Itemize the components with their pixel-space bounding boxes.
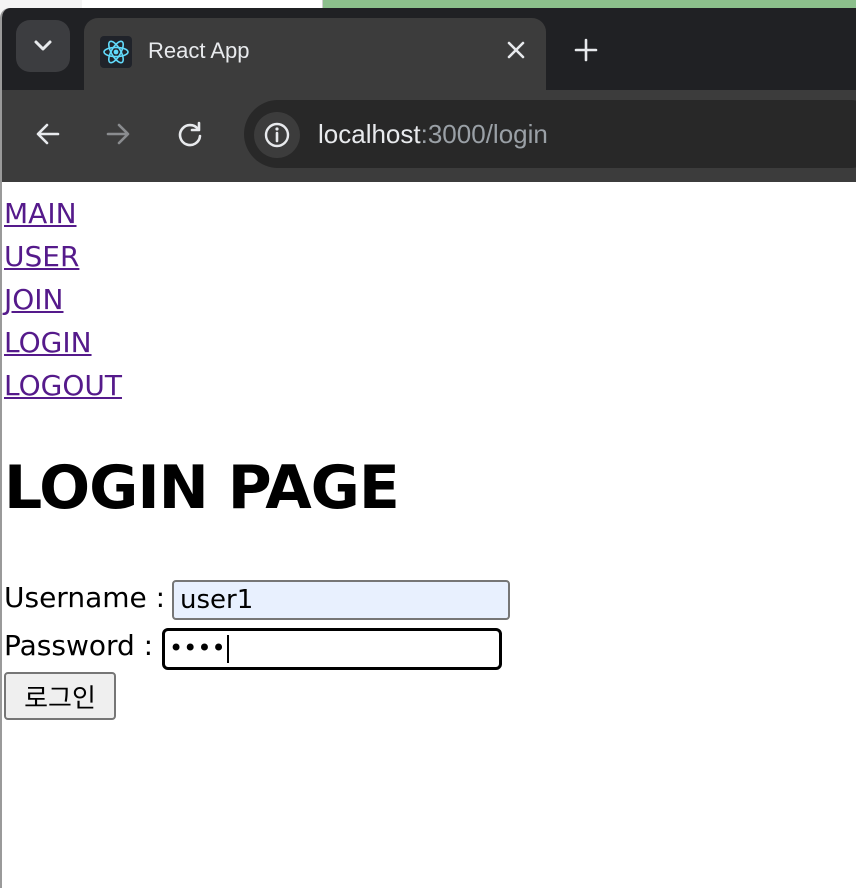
- url-host: localhost: [318, 119, 421, 149]
- password-label: Password :: [4, 629, 154, 662]
- tab-title: React App: [148, 38, 250, 63]
- address-bar[interactable]: localhost:3000/login: [244, 100, 856, 168]
- close-icon: [507, 41, 525, 59]
- arrow-left-icon: [36, 123, 60, 145]
- nav-links: MAIN USER JOIN LOGIN LOGOUT: [4, 192, 122, 407]
- nav-link-logout[interactable]: LOGOUT: [4, 364, 122, 407]
- url-path: :3000/login: [420, 119, 548, 149]
- url-text: localhost:3000/login: [318, 118, 548, 150]
- page-title: LOGIN PAGE: [4, 453, 400, 523]
- username-input[interactable]: user1: [172, 580, 510, 620]
- username-label: Username :: [4, 581, 166, 614]
- plus-icon: [574, 38, 598, 62]
- nav-link-main[interactable]: MAIN: [4, 192, 122, 235]
- text-caret: [226, 635, 229, 663]
- reload-icon: [178, 121, 202, 147]
- browser-toolbar: localhost:3000/login: [2, 90, 856, 182]
- new-tab-button[interactable]: [570, 34, 602, 66]
- info-icon: [264, 122, 290, 148]
- reload-button[interactable]: [170, 114, 210, 154]
- nav-link-login[interactable]: LOGIN: [4, 321, 122, 364]
- react-logo-icon: [100, 36, 132, 68]
- password-mask: ••••: [169, 634, 226, 662]
- page-content: MAIN USER JOIN LOGIN LOGOUT LOGIN PAGE U…: [4, 182, 856, 887]
- arrow-right-icon: [106, 123, 130, 145]
- username-value: user1: [180, 585, 254, 615]
- tab-strip: React App: [2, 8, 856, 90]
- tab-react-app[interactable]: React App: [84, 18, 546, 90]
- login-button[interactable]: 로그인: [4, 672, 116, 720]
- close-tab-button[interactable]: [502, 36, 530, 64]
- nav-link-join[interactable]: JOIN: [4, 278, 122, 321]
- chevron-down-icon: [34, 40, 52, 51]
- forward-button[interactable]: [98, 114, 138, 154]
- back-button[interactable]: [28, 114, 68, 154]
- nav-link-user[interactable]: USER: [4, 235, 122, 278]
- tab-search-button[interactable]: [16, 20, 70, 72]
- site-info-button[interactable]: [254, 112, 300, 158]
- browser-window: React App localhost:3000/login MAIN USER…: [0, 8, 856, 888]
- password-input[interactable]: ••••: [162, 628, 502, 670]
